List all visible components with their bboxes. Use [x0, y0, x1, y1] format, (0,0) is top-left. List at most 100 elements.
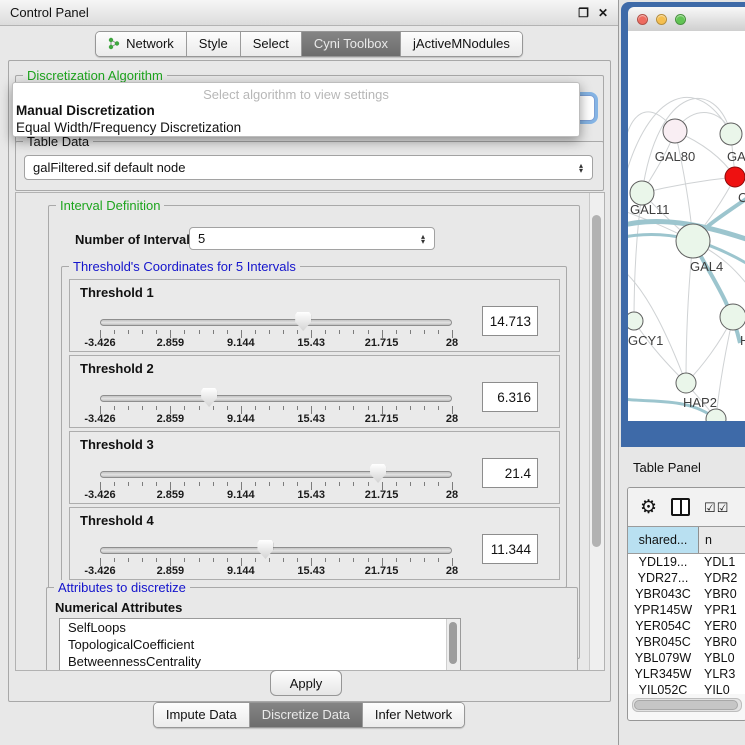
- attributes-scrollbar[interactable]: [446, 619, 460, 671]
- tab-impute-data[interactable]: Impute Data: [154, 703, 250, 727]
- network-node[interactable]: [720, 123, 742, 145]
- axis-tick-label: 28: [446, 565, 458, 577]
- network-node[interactable]: [663, 119, 687, 143]
- attribute-item[interactable]: BetweennessCentrality: [60, 653, 460, 670]
- number-of-intervals-label: Number of Intervals: [75, 232, 197, 247]
- close-traffic-light-icon[interactable]: [637, 14, 648, 25]
- table-row[interactable]: YBL079WYBL0: [628, 650, 745, 666]
- network-edge[interactable]: [642, 177, 735, 193]
- tick-mark: [142, 558, 143, 562]
- table-row[interactable]: YLR345WYLR3: [628, 666, 745, 682]
- network-node[interactable]: [725, 167, 745, 187]
- threshold-panel: Threshold 2-3.4262.8599.14415.4321.71528…: [69, 355, 560, 428]
- network-canvas[interactable]: GAL80GACGAL11GAL4GCY1HHAP2: [628, 31, 745, 421]
- settings-scrollbar[interactable]: [589, 193, 604, 670]
- network-node[interactable]: [720, 304, 745, 330]
- tick-mark: [269, 330, 270, 334]
- slider-track[interactable]: [100, 471, 452, 478]
- cell-name: YBR0: [698, 635, 745, 649]
- tick-mark: [353, 330, 354, 334]
- close-window-icon[interactable]: ✕: [598, 7, 608, 19]
- tick-mark: [297, 482, 298, 486]
- table-row[interactable]: YPR145WYPR1: [628, 602, 745, 618]
- tab-style[interactable]: Style: [187, 32, 241, 56]
- gear-icon[interactable]: ⚙: [640, 498, 657, 517]
- zoom-traffic-light-icon[interactable]: [675, 14, 686, 25]
- numerical-attributes-list[interactable]: SelfLoopsTopologicalCoefficientBetweenne…: [59, 618, 461, 671]
- threshold-label: Threshold 2: [80, 361, 154, 376]
- slider-track[interactable]: [100, 319, 452, 326]
- attribute-item[interactable]: TopologicalCoefficient: [60, 636, 460, 653]
- table-row[interactable]: YIL052CYIL0: [628, 682, 745, 694]
- tab-label: Network: [126, 36, 174, 51]
- tab-jactivemnodules[interactable]: jActiveMNodules: [401, 32, 522, 56]
- slider-thumb[interactable]: [201, 388, 217, 407]
- table-row[interactable]: YDR27...YDR2: [628, 570, 745, 586]
- tab-cyni-toolbox[interactable]: Cyni Toolbox: [302, 32, 401, 56]
- tab-select[interactable]: Select: [241, 32, 302, 56]
- threshold-value-field[interactable]: 11.344: [482, 534, 538, 564]
- settings-scrollbar-thumb[interactable]: [592, 215, 601, 547]
- network-node-label: GCY1: [628, 333, 663, 348]
- tick-mark: [213, 482, 214, 486]
- table-row[interactable]: YER054CYER0: [628, 618, 745, 634]
- tick-mark: [424, 406, 425, 410]
- tab-discretize-data[interactable]: Discretize Data: [250, 703, 363, 727]
- apply-button[interactable]: Apply: [270, 670, 342, 696]
- table-panel-inner: ⚙ ☑☑ shared... n YDL19...YDL1YDR27...YDR…: [627, 487, 745, 721]
- tick-mark: [142, 406, 143, 410]
- table-data-combobox[interactable]: galFiltered.sif default node ▴▾: [24, 155, 593, 180]
- tick-mark: [142, 482, 143, 486]
- tick-mark: [410, 330, 411, 334]
- tick-mark: [438, 330, 439, 334]
- bottom-tab-segment: Impute DataDiscretize DataInfer Network: [153, 702, 465, 728]
- network-edge[interactable]: [634, 321, 686, 383]
- slider-track[interactable]: [100, 395, 452, 402]
- threshold-value-field[interactable]: 14.713: [482, 306, 538, 336]
- table-data-selected-value: galFiltered.sif default node: [25, 160, 573, 175]
- axis-tick-label: 2.859: [157, 565, 185, 577]
- table-row[interactable]: YDL19...YDL1: [628, 554, 745, 570]
- network-node[interactable]: [706, 409, 726, 421]
- slider-thumb[interactable]: [370, 464, 386, 483]
- minimize-traffic-light-icon[interactable]: [656, 14, 667, 25]
- column-header-shared-name[interactable]: shared...: [628, 527, 699, 553]
- attribute-items: SelfLoopsTopologicalCoefficientBetweenne…: [60, 619, 460, 670]
- tick-mark: [297, 558, 298, 562]
- cell-shared-name: YLR345W: [628, 667, 698, 681]
- slider-track[interactable]: [100, 547, 452, 554]
- tick-mark: [424, 330, 425, 334]
- checkbox-icons[interactable]: ☑☑: [704, 501, 729, 514]
- tick-mark: [114, 330, 115, 334]
- discretization-algorithm-group-title: Discretization Algorithm: [23, 68, 167, 83]
- table-header-row: shared... n: [628, 526, 745, 554]
- network-node[interactable]: [628, 312, 643, 330]
- table-row[interactable]: YBR045CYBR0: [628, 634, 745, 650]
- algorithm-option-equal-width-frequency-discretization[interactable]: Equal Width/Frequency Discretization: [13, 119, 579, 136]
- threshold-value-field[interactable]: 21.4: [482, 458, 538, 488]
- stepper-arrows-icon: ▴▾: [415, 234, 434, 244]
- tab-network[interactable]: Network: [96, 32, 187, 56]
- table-horizontal-scrollbar[interactable]: [632, 698, 742, 712]
- tab-infer-network[interactable]: Infer Network: [363, 703, 464, 727]
- threshold-label: Threshold 4: [80, 513, 154, 528]
- attribute-item[interactable]: SelfLoops: [60, 619, 460, 636]
- slider-thumb[interactable]: [257, 540, 273, 559]
- network-node[interactable]: [676, 373, 696, 393]
- threshold-value-field[interactable]: 6.316: [482, 382, 538, 412]
- number-of-intervals-value: 5: [190, 231, 415, 246]
- network-node[interactable]: [676, 224, 710, 258]
- number-of-intervals-combobox[interactable]: 5 ▴▾: [189, 227, 435, 250]
- slider-thumb[interactable]: [295, 312, 311, 331]
- attributes-scrollbar-thumb[interactable]: [449, 622, 457, 664]
- split-columns-icon[interactable]: [671, 498, 690, 516]
- table-horizontal-scrollbar-thumb[interactable]: [634, 700, 738, 710]
- algorithm-option-manual-discretization[interactable]: Manual Discretization: [13, 102, 579, 119]
- axis-tick-label: -3.426: [84, 413, 115, 425]
- interval-definition-group-title: Interval Definition: [56, 198, 164, 213]
- axis-tick-label: 21.715: [365, 337, 399, 349]
- tick-mark: [128, 330, 129, 334]
- column-header-name[interactable]: n: [699, 527, 745, 553]
- float-window-icon[interactable]: ❐: [578, 7, 589, 19]
- table-row[interactable]: YBR043CYBR0: [628, 586, 745, 602]
